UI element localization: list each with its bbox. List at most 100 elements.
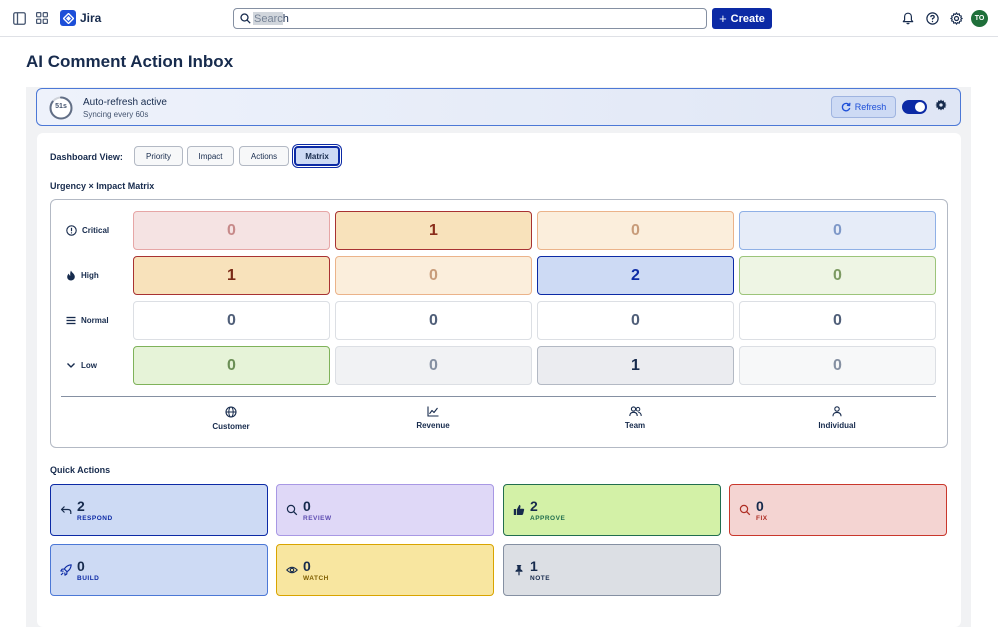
matrix-cell-critical-individual[interactable]: 0 (739, 211, 936, 250)
auto-refresh-title: Auto-refresh active (83, 97, 167, 108)
notifications-bell-icon[interactable] (900, 10, 916, 26)
matrix-cell-low-customer[interactable]: 0 (133, 346, 330, 385)
row-label-high: High (66, 256, 99, 294)
row-label-low: Low (66, 346, 97, 384)
pushpin-icon (513, 564, 525, 576)
app-switcher-icon[interactable] (34, 10, 50, 26)
row-label-text: Normal (81, 315, 109, 325)
create-button-label: Create (730, 12, 765, 25)
matrix-cell-high-team[interactable]: 2 (537, 256, 734, 295)
auto-refresh-toggle[interactable] (902, 100, 927, 114)
row-label-normal: Normal (66, 301, 109, 339)
settings-gear-icon[interactable] (948, 10, 964, 26)
matrix-cell-normal-revenue[interactable]: 0 (335, 301, 532, 340)
quick-action-build[interactable]: 0 BUILD (50, 544, 268, 596)
matrix-cell-normal-team[interactable]: 0 (537, 301, 734, 340)
matrix-cell-high-revenue[interactable]: 0 (335, 256, 532, 295)
column-label-text: Team (624, 421, 646, 430)
person-icon (832, 406, 842, 417)
column-label-text: Customer (212, 422, 250, 431)
plus-icon: + (719, 11, 727, 26)
search-icon (240, 13, 252, 25)
view-button-actions[interactable]: Actions (239, 146, 289, 166)
quick-action-label: WATCH (303, 575, 329, 582)
row-label-text: Low (81, 360, 97, 370)
search-box[interactable] (233, 8, 707, 29)
matrix-cell-high-individual[interactable]: 0 (739, 256, 936, 295)
people-icon (628, 406, 642, 417)
magnifier-icon (739, 504, 751, 516)
create-button[interactable]: + Create (712, 8, 772, 29)
quick-actions-title: Quick Actions (50, 465, 111, 475)
search-input[interactable] (254, 11, 694, 26)
matrix-cell-low-team[interactable]: 1 (537, 346, 734, 385)
quick-action-label: FIX (756, 515, 768, 522)
quick-action-review[interactable]: 0 REVIEW (276, 484, 494, 536)
quick-action-count: 1 (530, 558, 538, 574)
matrix-cell-normal-individual[interactable]: 0 (739, 301, 936, 340)
matrix-cell-critical-customer[interactable]: 0 (133, 211, 330, 250)
quick-action-label: NOTE (530, 575, 551, 582)
quick-action-label: BUILD (77, 575, 100, 582)
quick-action-label: RESPOND (77, 515, 113, 522)
quick-action-count: 0 (303, 498, 311, 514)
globe-icon (225, 406, 237, 418)
quick-action-count: 0 (77, 558, 85, 574)
rocket-icon (60, 564, 72, 576)
matrix-cell-low-revenue[interactable]: 0 (335, 346, 532, 385)
search-text-selection (253, 12, 283, 25)
row-label-critical: Critical (66, 211, 109, 249)
app-name[interactable]: Jira (80, 11, 101, 25)
quick-action-count: 0 (303, 558, 311, 574)
auto-refresh-subtitle: Syncing every 60s (83, 110, 149, 119)
view-button-impact[interactable]: Impact (187, 146, 234, 166)
jira-logo-icon[interactable] (60, 10, 76, 26)
line-chart-icon (427, 406, 439, 417)
toggle-knob (915, 102, 925, 112)
quick-action-label: REVIEW (303, 515, 332, 522)
page-title: AI Comment Action Inbox (26, 52, 234, 71)
refresh-settings-gear-icon[interactable] (935, 99, 949, 113)
matrix-cell-critical-team[interactable]: 0 (537, 211, 734, 250)
quick-action-count: 2 (530, 498, 538, 514)
refresh-button[interactable]: Refresh (831, 96, 896, 118)
view-button-matrix[interactable]: Matrix (294, 146, 340, 166)
menu-lines-icon (66, 316, 76, 325)
column-label-revenue: Revenue (373, 406, 493, 430)
quick-action-count: 0 (756, 498, 764, 514)
user-avatar[interactable]: TO (971, 10, 988, 27)
magnifier-icon (286, 504, 298, 516)
quick-action-fix[interactable]: 0 FIX (729, 484, 947, 536)
row-label-text: High (81, 270, 99, 280)
quick-action-approve[interactable]: 2 APPROVE (503, 484, 721, 536)
auto-refresh-bar: 51s Auto-refresh active Syncing every 60… (36, 88, 961, 126)
column-label-individual: Individual (777, 406, 897, 430)
matrix-title: Urgency × Impact Matrix (50, 181, 155, 191)
reply-icon (60, 504, 72, 516)
view-button-priority[interactable]: Priority (134, 146, 183, 166)
eye-icon (286, 564, 298, 576)
matrix-cell-normal-customer[interactable]: 0 (133, 301, 330, 340)
column-label-text: Individual (818, 421, 856, 430)
refresh-button-label: Refresh (854, 102, 887, 112)
quick-action-note[interactable]: 1 NOTE (503, 544, 721, 596)
chevron-down-icon (66, 362, 76, 369)
matrix-cell-critical-revenue[interactable]: 1 (335, 211, 532, 250)
alert-circle-icon (66, 224, 77, 236)
column-label-customer: Customer (171, 406, 291, 431)
flame-icon (66, 270, 76, 281)
quick-action-label: APPROVE (530, 515, 566, 522)
quick-action-respond[interactable]: 2 RESPOND (50, 484, 268, 536)
help-icon[interactable] (924, 10, 940, 26)
column-label-text: Revenue (416, 421, 450, 430)
column-label-team: Team (575, 406, 695, 430)
thumbs-up-icon (513, 504, 525, 516)
matrix-divider (61, 396, 936, 397)
countdown-text: 51s (55, 103, 67, 110)
quick-action-count: 2 (77, 498, 85, 514)
sidebar-toggle-icon[interactable] (11, 10, 27, 26)
matrix-cell-high-customer[interactable]: 1 (133, 256, 330, 295)
dashboard-view-label: Dashboard View: (50, 152, 123, 162)
quick-action-watch[interactable]: 0 WATCH (276, 544, 494, 596)
matrix-cell-low-individual[interactable]: 0 (739, 346, 936, 385)
